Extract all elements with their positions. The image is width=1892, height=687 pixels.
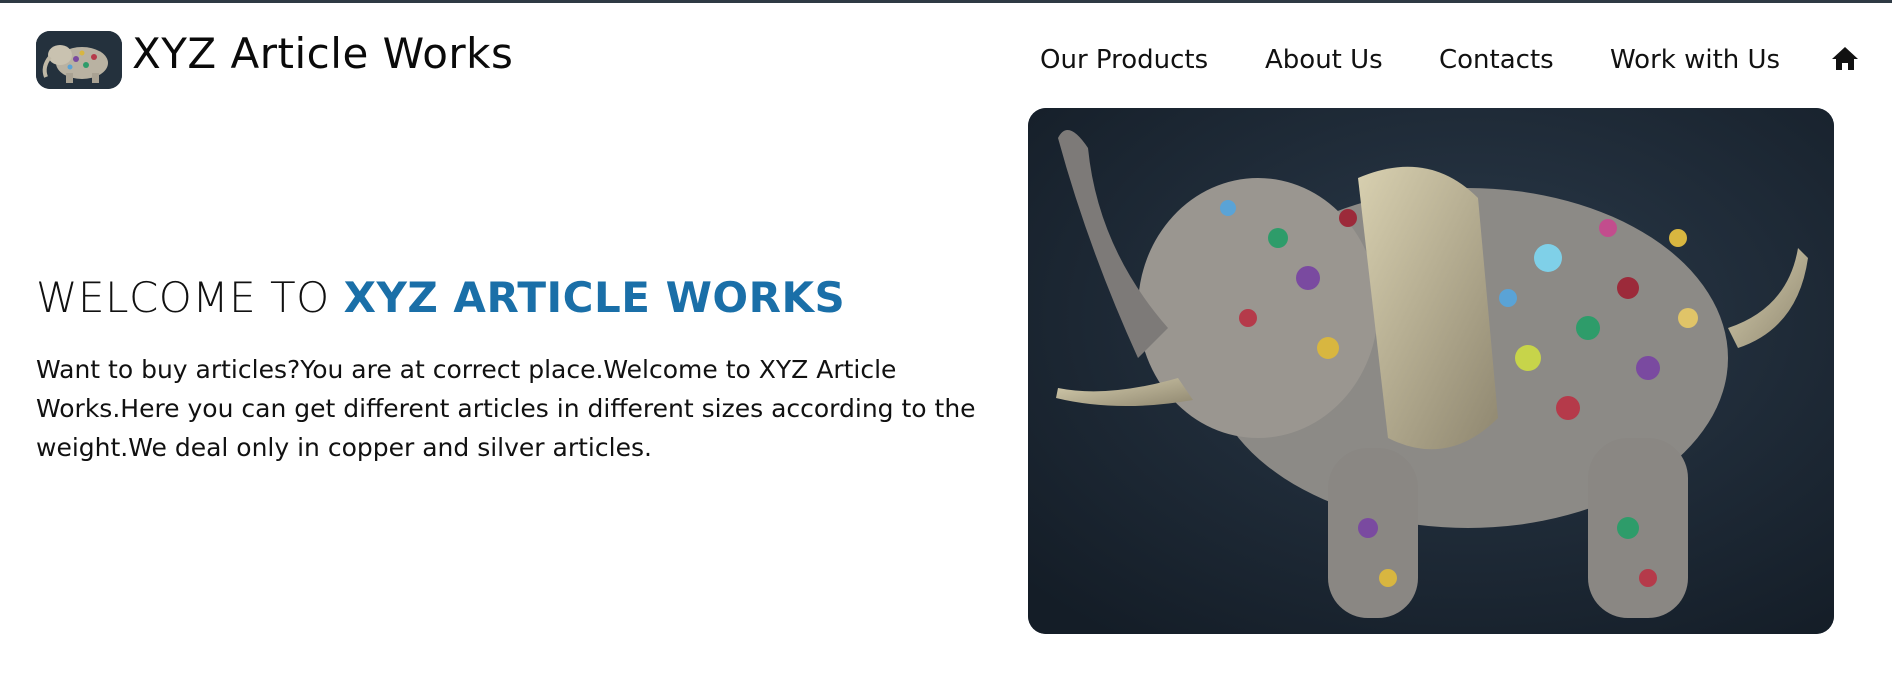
site-header: XYZ Article Works Our Products About Us …: [0, 3, 1892, 108]
main-nav: Our Products About Us Contacts Work with…: [0, 45, 1892, 85]
nav-work-with-us[interactable]: Work with Us: [1610, 45, 1780, 75]
hero-intro: Want to buy articles?You are at correct …: [36, 355, 976, 462]
hero-title: WELCOME TO XYZ ARTICLE WORKS: [36, 273, 1006, 322]
hero-title-highlight: XYZ ARTICLE WORKS: [343, 273, 846, 322]
hero-section: WELCOME TO XYZ ARTICLE WORKS Want to buy…: [36, 273, 1006, 467]
home-icon[interactable]: [1830, 43, 1860, 73]
hero-elephant-image: [1028, 108, 1834, 634]
nav-our-products[interactable]: Our Products: [1040, 45, 1208, 75]
hero-title-prefix: WELCOME TO: [36, 273, 330, 322]
nav-contacts[interactable]: Contacts: [1439, 45, 1554, 75]
nav-about-us[interactable]: About Us: [1265, 45, 1383, 75]
